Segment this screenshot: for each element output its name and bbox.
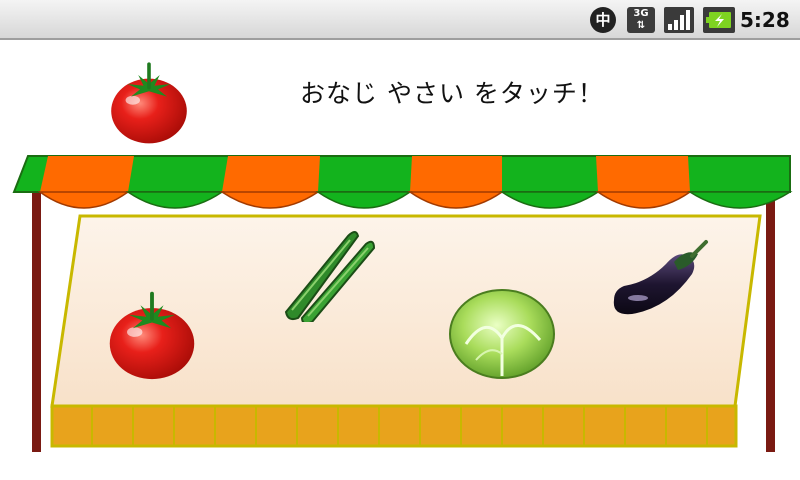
counter-front bbox=[50, 404, 738, 448]
awning bbox=[12, 155, 793, 209]
signal-icon bbox=[664, 7, 694, 33]
status-clock: 5:28 bbox=[740, 8, 790, 32]
status-bar: 中 3G ⇅ 5:28 bbox=[0, 0, 800, 40]
data-arrows-icon: ⇅ bbox=[636, 20, 646, 31]
choice-cabbage-button[interactable] bbox=[446, 284, 558, 380]
3g-data-icon: 3G ⇅ bbox=[627, 7, 655, 33]
device-screen: 中 3G ⇅ 5:28 おなじ やさい をタッチ！ bbox=[0, 0, 800, 480]
stall-pole-left bbox=[32, 190, 41, 452]
choice-tomato-button[interactable] bbox=[104, 282, 200, 386]
stall-pole-right bbox=[766, 190, 775, 452]
network-type-label: 3G bbox=[633, 8, 649, 19]
ime-icon: 中 bbox=[590, 7, 616, 33]
battery-charging-icon bbox=[703, 7, 735, 33]
game-area: おなじ やさい をタッチ！ bbox=[0, 40, 800, 480]
choice-eggplant-button[interactable] bbox=[608, 234, 712, 320]
choice-okra-button[interactable] bbox=[278, 226, 378, 322]
